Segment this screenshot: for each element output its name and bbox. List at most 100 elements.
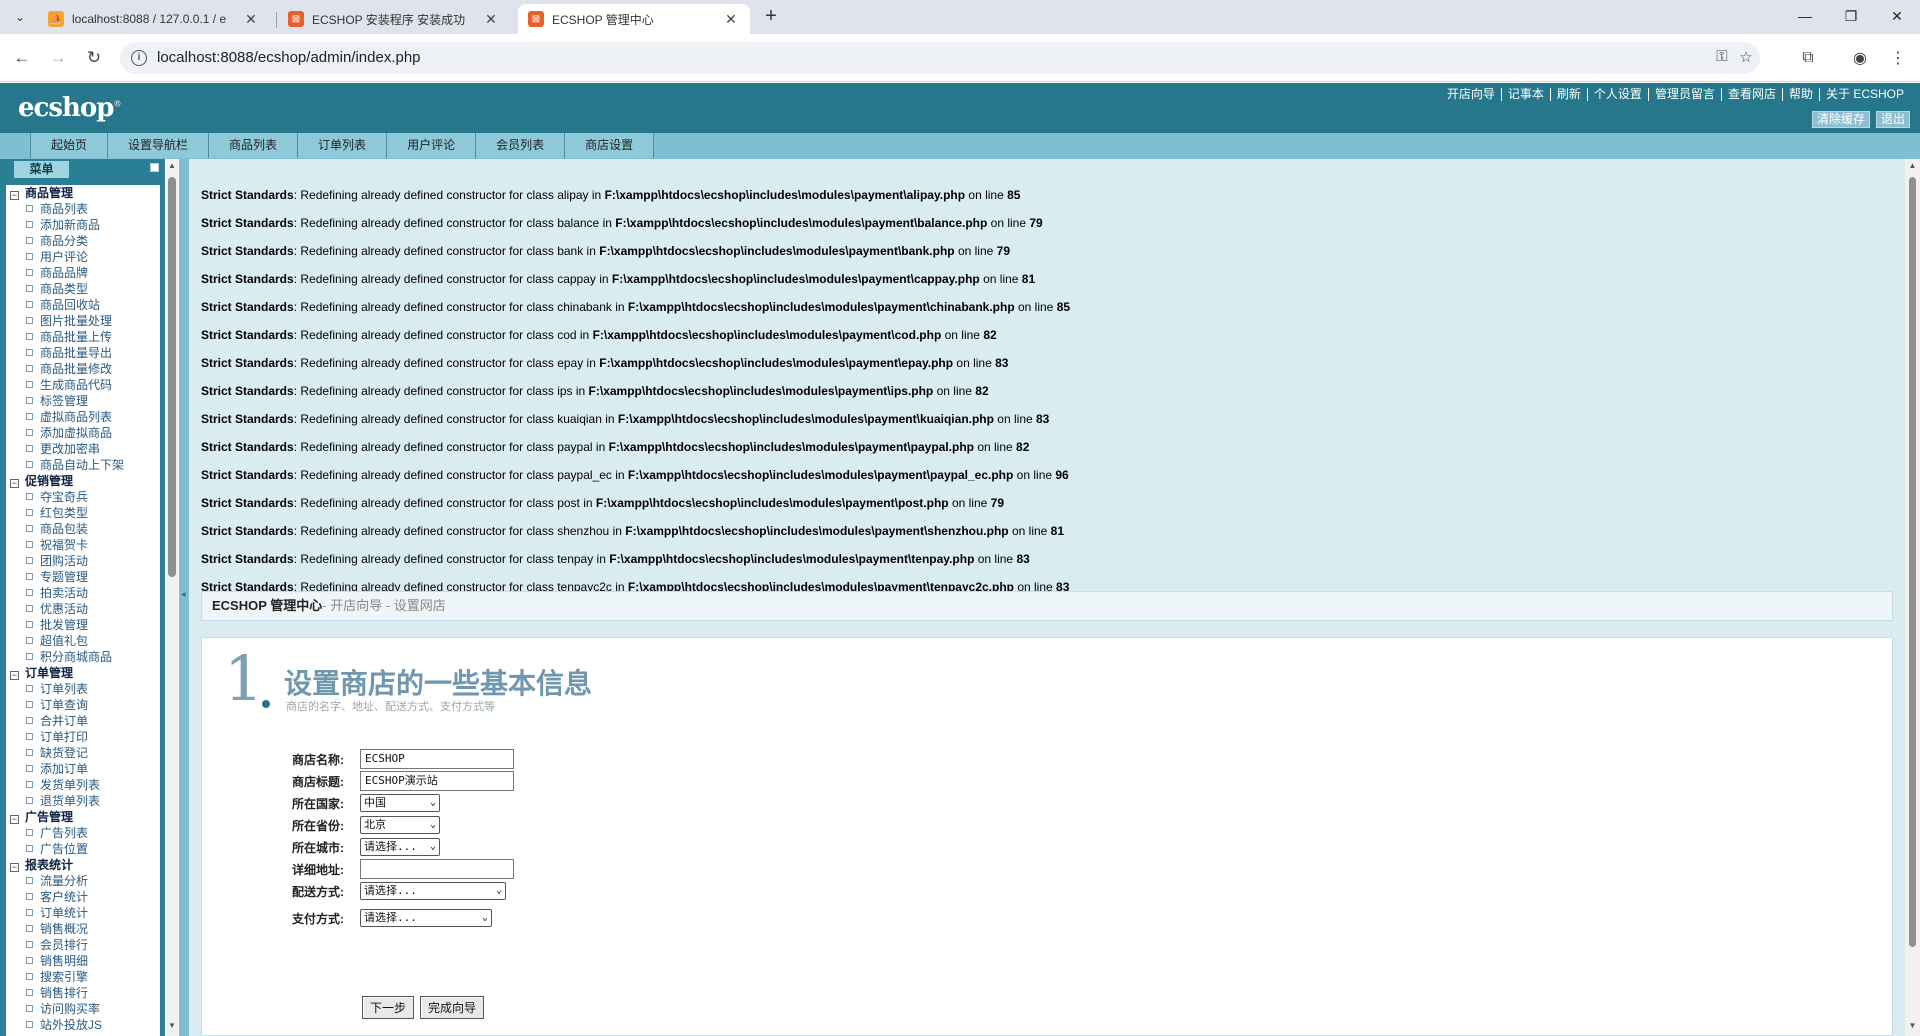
menu-item[interactable]: 会员排行	[6, 937, 160, 953]
main-scrollbar[interactable]: ▲ ▼	[1905, 159, 1920, 1036]
city-select[interactable]: 请选择... ⌄	[360, 838, 440, 856]
menu-item[interactable]: 图片批量处理	[6, 313, 160, 329]
menu-item[interactable]: 订单统计	[6, 905, 160, 921]
menu-item[interactable]: 站外投放JS	[6, 1017, 160, 1033]
menu-title[interactable]: 菜单	[14, 161, 69, 178]
link-shop-wizard[interactable]: 开店向导	[1441, 88, 1501, 101]
menu-item[interactable]: 广告位置	[6, 841, 160, 857]
menu-item[interactable]: 销售排行	[6, 985, 160, 1001]
key-icon[interactable]: ⚿	[1712, 48, 1732, 68]
nav-tab-shop-settings[interactable]: 商店设置	[565, 133, 655, 158]
extensions-puzzle-icon[interactable]: ⧉	[1796, 46, 1820, 70]
finish-wizard-button[interactable]: 完成向导	[420, 996, 485, 1019]
menu-item[interactable]: 红包类型	[6, 505, 160, 521]
menu-item[interactable]: 合并订单	[6, 713, 160, 729]
site-info-icon[interactable]: i	[131, 50, 147, 66]
menu-item[interactable]: 添加新商品	[6, 217, 160, 233]
tab-search-button[interactable]: ⌄	[8, 6, 32, 28]
collapse-minus-icon[interactable]: −	[10, 815, 19, 824]
menu-item[interactable]: 祝福贺卡	[6, 537, 160, 553]
menu-item[interactable]: 商品分类	[6, 233, 160, 249]
left-scrollbar[interactable]: ▲ ▼	[166, 159, 178, 1036]
menu-item[interactable]: 访问购买率	[6, 1001, 160, 1017]
collapse-minus-icon[interactable]: −	[10, 671, 19, 680]
menu-item[interactable]: 商品批量修改	[6, 361, 160, 377]
address-bar[interactable]: i localhost:8088/ecshop/admin/index.php …	[120, 42, 1760, 74]
link-help[interactable]: 帮助	[1781, 88, 1819, 101]
menu-item[interactable]: 商品批量上传	[6, 329, 160, 345]
menu-item[interactable]: 夺宝奇兵	[6, 489, 160, 505]
menu-item[interactable]: 专题管理	[6, 569, 160, 585]
close-icon[interactable]: ✕	[482, 11, 500, 28]
profile-avatar-icon[interactable]: ◉	[1848, 46, 1872, 70]
restore-icon[interactable]: ❐	[1828, 0, 1874, 32]
collapse-minus-icon[interactable]: −	[10, 191, 19, 200]
menu-item[interactable]: 客户统计	[6, 889, 160, 905]
menu-item[interactable]: 搜索引擎	[6, 969, 160, 985]
shop-name-input[interactable]: ECSHOP	[360, 749, 514, 769]
nav-tab-member-list[interactable]: 会员列表	[476, 133, 566, 158]
close-icon[interactable]: ✕	[722, 11, 740, 28]
url-text[interactable]: localhost:8088/ecshop/admin/index.php	[157, 49, 421, 66]
menu-item[interactable]: 添加订单	[6, 761, 160, 777]
menu-group[interactable]: − 报表统计	[6, 857, 160, 873]
forward-arrow-icon[interactable]: →	[46, 46, 70, 70]
window-close-icon[interactable]: ✕	[1874, 0, 1920, 32]
menu-item[interactable]: 销售概况	[6, 921, 160, 937]
menu-item[interactable]: 积分商城商品	[6, 649, 160, 665]
menu-item[interactable]: 商品自动上下架	[6, 457, 160, 473]
menu-item[interactable]: 标签管理	[6, 393, 160, 409]
menu-item[interactable]: 批发管理	[6, 617, 160, 633]
frame-splitter[interactable]: ◂	[179, 159, 189, 1036]
menu-item[interactable]: 退货单列表	[6, 793, 160, 809]
menu-item[interactable]: 销售明细	[6, 953, 160, 969]
menu-group[interactable]: − 商品管理	[6, 185, 160, 201]
menu-item[interactable]: 用户评论	[6, 249, 160, 265]
menu-item[interactable]: 发货单列表	[6, 777, 160, 793]
menu-group[interactable]: − 广告管理	[6, 809, 160, 825]
menu-toggle-icon[interactable]	[150, 163, 159, 172]
link-refresh[interactable]: 刷新	[1549, 88, 1587, 101]
scrollbar-thumb[interactable]	[168, 177, 176, 577]
payment-select[interactable]: 请选择... ⌄	[360, 909, 492, 927]
menu-item[interactable]: 商品品牌	[6, 265, 160, 281]
nav-tab-nav-settings[interactable]: 设置导航栏	[108, 133, 210, 158]
reload-icon[interactable]: ↻	[82, 46, 106, 70]
link-admin-messages[interactable]: 管理员留言	[1647, 88, 1721, 101]
province-select[interactable]: 北京 ⌄	[360, 816, 440, 834]
close-icon[interactable]: ✕	[242, 11, 260, 28]
menu-item[interactable]: 订单查询	[6, 697, 160, 713]
browser-tab-1[interactable]: ⛵ localhost:8088 / 127.0.0.1 / e ✕	[38, 4, 270, 34]
menu-item[interactable]: 添加虚拟商品	[6, 425, 160, 441]
logout-button[interactable]: 退出	[1875, 111, 1910, 128]
link-notepad[interactable]: 记事本	[1500, 88, 1550, 101]
menu-item[interactable]: 商品类型	[6, 281, 160, 297]
collapse-minus-icon[interactable]: −	[10, 863, 19, 872]
shipping-select[interactable]: 请选择... ⌄	[360, 882, 506, 900]
bookmark-star-icon[interactable]: ☆	[1736, 48, 1756, 68]
scroll-up-arrow-icon[interactable]: ▲	[166, 161, 178, 170]
menu-item[interactable]: 优惠活动	[6, 601, 160, 617]
browser-tab-3-active[interactable]: ⊠ ECSHOP 管理中心 ✕	[518, 4, 750, 34]
back-arrow-icon[interactable]: ←	[10, 46, 34, 70]
address-input[interactable]	[360, 859, 514, 879]
scroll-down-arrow-icon[interactable]: ▼	[166, 1021, 178, 1030]
menu-group[interactable]: − 订单管理	[6, 665, 160, 681]
country-select[interactable]: 中国 ⌄	[360, 794, 440, 812]
minimize-icon[interactable]: —	[1782, 0, 1828, 32]
clear-cache-button[interactable]: 清除缓存	[1811, 111, 1870, 128]
nav-tab-order-list[interactable]: 订单列表	[298, 133, 388, 158]
menu-item[interactable]: 商品批量导出	[6, 345, 160, 361]
menu-item[interactable]: 超值礼包	[6, 633, 160, 649]
scrollbar-thumb[interactable]	[1909, 177, 1916, 947]
collapse-arrow-icon[interactable]: ◂	[181, 589, 186, 600]
menu-item[interactable]: 订单列表	[6, 681, 160, 697]
collapse-minus-icon[interactable]: −	[10, 479, 19, 488]
menu-item[interactable]: 商品列表	[6, 201, 160, 217]
new-tab-plus-icon[interactable]: +	[758, 5, 784, 29]
menu-item[interactable]: 团购活动	[6, 553, 160, 569]
scroll-down-arrow-icon[interactable]: ▼	[1905, 1021, 1920, 1030]
menu-item[interactable]: 更改加密串	[6, 441, 160, 457]
shop-title-input[interactable]: ECSHOP演示站	[360, 771, 514, 791]
nav-tab-user-comments[interactable]: 用户评论	[387, 133, 477, 158]
